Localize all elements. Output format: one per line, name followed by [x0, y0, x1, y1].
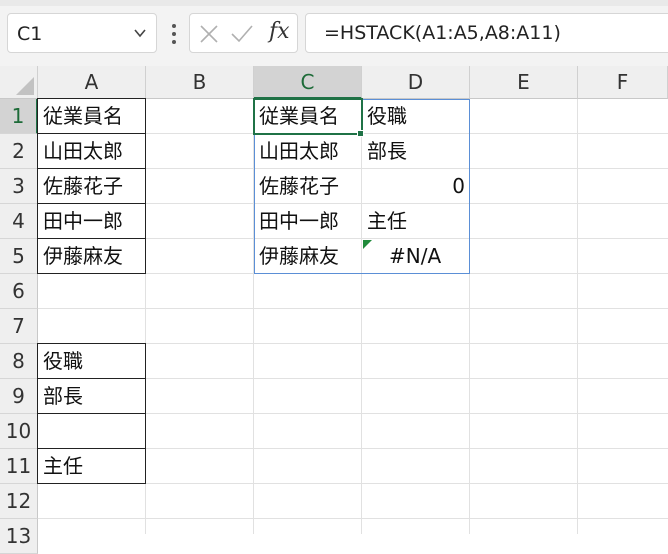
column-header-c[interactable]: C — [254, 66, 362, 99]
cell-a4[interactable]: 田中一郎 — [37, 203, 146, 239]
column-header-d[interactable]: D — [362, 66, 470, 99]
row-header-2[interactable]: 2 — [0, 134, 38, 169]
fill-handle[interactable] — [357, 130, 364, 137]
column-header-a[interactable]: A — [38, 66, 146, 99]
row-header-8[interactable]: 8 — [0, 344, 38, 379]
cell-a3[interactable]: 佐藤花子 — [37, 168, 146, 204]
gridline — [38, 308, 668, 309]
row-header-3[interactable]: 3 — [0, 169, 38, 204]
name-box-value[interactable]: C1 — [17, 23, 42, 45]
column-header-e[interactable]: E — [470, 66, 578, 99]
insert-function-button[interactable]: fx — [269, 19, 290, 44]
gridline — [577, 99, 578, 534]
cell-d1[interactable]: 役職 — [362, 99, 470, 134]
cell-d4[interactable]: 主任 — [362, 204, 470, 239]
cell-c5[interactable]: 伊藤麻友 — [254, 239, 362, 274]
row-header-12[interactable]: 12 — [0, 484, 38, 519]
row-header-6[interactable]: 6 — [0, 274, 38, 309]
error-indicator-icon[interactable] — [363, 240, 372, 249]
cell-d3[interactable]: 0 — [362, 169, 468, 204]
cell-a9[interactable]: 部長 — [37, 378, 146, 414]
cell-a2[interactable]: 山田太郎 — [37, 133, 146, 169]
row-header-13[interactable]: 13 — [0, 519, 38, 554]
gridline — [38, 518, 668, 519]
cell-a5[interactable]: 伊藤麻友 — [37, 238, 146, 274]
row-header-9[interactable]: 9 — [0, 379, 38, 414]
select-all-triangle — [16, 77, 34, 95]
cell-a11[interactable]: 主任 — [37, 448, 146, 484]
cancel-icon[interactable] — [198, 23, 220, 45]
formula-bar-area: C1 fx =HSTACK(A1:A5,A8:A11) — [0, 0, 668, 66]
column-header-f[interactable]: F — [578, 66, 668, 99]
cell-d5[interactable]: #N/A — [362, 239, 470, 274]
select-all-corner[interactable] — [0, 66, 38, 99]
formula-input[interactable]: =HSTACK(A1:A5,A8:A11) — [305, 13, 668, 53]
row-header-1[interactable]: 1 — [0, 99, 38, 134]
cell-a8[interactable]: 役職 — [37, 343, 146, 379]
more-options-icon[interactable] — [166, 22, 182, 46]
ribbon-edge — [0, 0, 668, 6]
name-box[interactable]: C1 — [7, 13, 157, 53]
cell-c1[interactable]: 従業員名 — [254, 99, 362, 134]
cell-c3[interactable]: 佐藤花子 — [254, 169, 362, 204]
column-header-b[interactable]: B — [146, 66, 254, 99]
formula-text[interactable]: =HSTACK(A1:A5,A8:A11) — [324, 22, 561, 44]
cell-a10[interactable] — [37, 413, 146, 449]
row-header-5[interactable]: 5 — [0, 239, 38, 274]
enter-icon[interactable] — [230, 23, 254, 45]
cell-d2[interactable]: 部長 — [362, 134, 470, 169]
row-header-10[interactable]: 10 — [0, 414, 38, 449]
row-header-4[interactable]: 4 — [0, 204, 38, 239]
cell-c4[interactable]: 田中一郎 — [254, 204, 362, 239]
cell-a1[interactable]: 従業員名 — [37, 98, 146, 134]
row-header-7[interactable]: 7 — [0, 309, 38, 344]
cell-c2[interactable]: 山田太郎 — [254, 134, 362, 169]
formula-buttons: fx — [189, 13, 298, 53]
chevron-down-icon[interactable] — [133, 26, 147, 40]
row-header-11[interactable]: 11 — [0, 449, 38, 484]
